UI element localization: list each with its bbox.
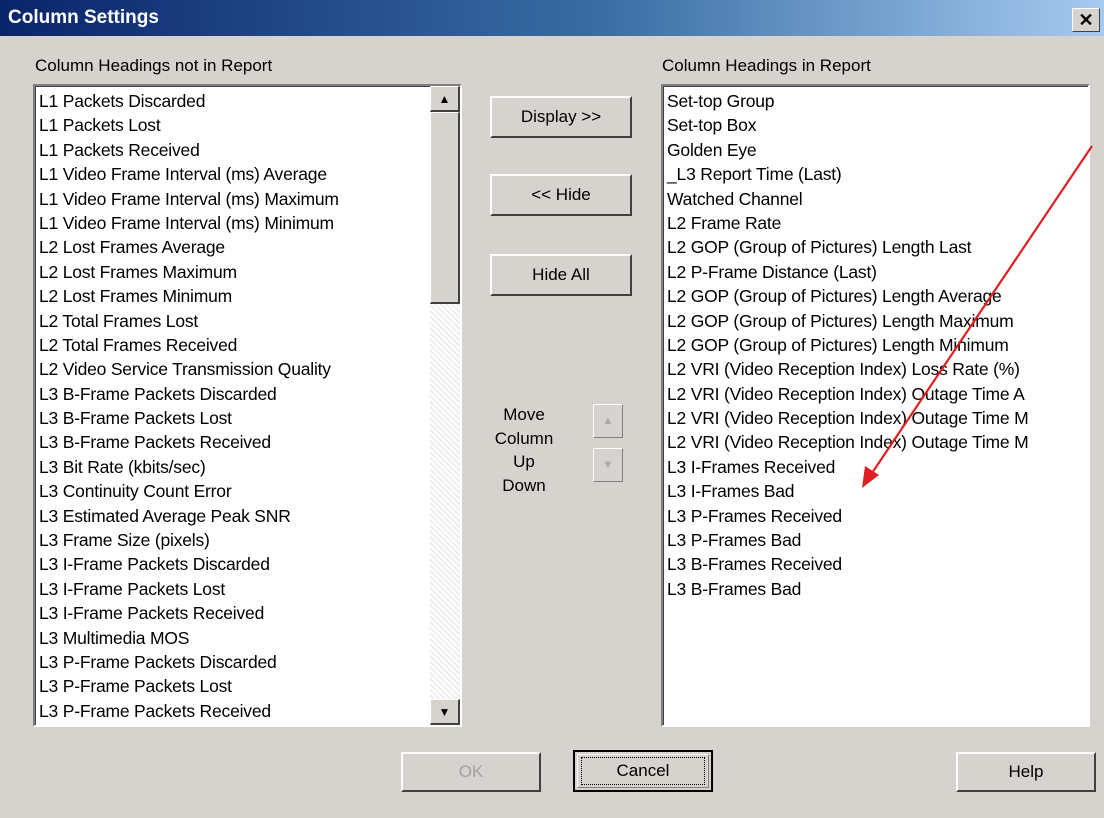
arrow-head — [862, 466, 879, 488]
annotation-arrow — [862, 145, 1093, 488]
arrow-line — [869, 145, 1093, 477]
